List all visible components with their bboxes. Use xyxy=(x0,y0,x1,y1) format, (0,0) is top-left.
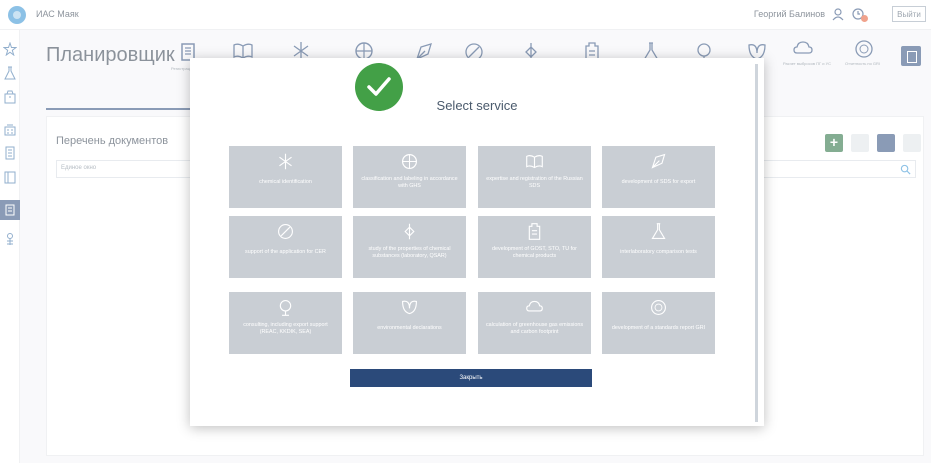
service-label: development of a standards report GRI xyxy=(611,325,706,331)
gost-document-icon xyxy=(528,223,541,240)
service-card-consulting[interactable]: consulting, including export support (RE… xyxy=(229,292,342,354)
service-card-gri[interactable]: development of a standards report GRI xyxy=(602,292,715,354)
checkmark-icon xyxy=(367,77,391,96)
sds-export-icon xyxy=(651,153,666,169)
service-card-properties[interactable]: study of the properties of chemical subs… xyxy=(353,216,466,278)
chemical-id-icon xyxy=(279,153,292,170)
modal-scrollbar[interactable] xyxy=(755,64,758,422)
service-label: environmental declarations xyxy=(377,325,442,331)
cer-support-icon xyxy=(278,224,293,239)
service-card-gost[interactable]: development of GOST, STO, TU for chemica… xyxy=(478,216,591,278)
service-card-russian-sds[interactable]: expertise and registration of the Russia… xyxy=(478,146,591,208)
gri-icon xyxy=(651,300,666,315)
service-card-sds-export[interactable]: development of SDS for export xyxy=(602,146,715,208)
service-card-environmental[interactable]: environmental declarations xyxy=(353,292,466,354)
close-button[interactable]: Закрыть xyxy=(350,369,592,387)
service-label: development of SDS for export xyxy=(621,179,696,185)
service-card-interlab[interactable]: interlaboratory comparison tests xyxy=(602,216,715,278)
service-label: consulting, including export support (RE… xyxy=(243,322,328,335)
book-expertise-icon xyxy=(526,155,543,169)
select-service-modal: Select service chemical identification c… xyxy=(190,58,764,426)
service-label: study of the properties of chemical subs… xyxy=(368,246,451,259)
service-label: expertise and registration of the Russia… xyxy=(486,176,583,189)
selected-checkmark-icon xyxy=(355,63,403,111)
service-card-carbon[interactable]: calculation of greenhouse gas emissions … xyxy=(478,292,591,354)
ghs-classification-icon xyxy=(401,153,418,170)
globe-consulting-icon xyxy=(279,300,292,316)
modal-title: Select service xyxy=(436,98,518,113)
service-card-chemical-identification[interactable]: chemical identification xyxy=(229,146,342,208)
service-card-cer[interactable]: support of the application for CER xyxy=(229,216,342,278)
service-label: chemical identification xyxy=(259,179,312,185)
service-card-ghs[interactable]: classification and labeling in accordanc… xyxy=(353,146,466,208)
service-label: interlaboratory comparison tests xyxy=(620,249,697,255)
service-label: support of the application for CER xyxy=(245,249,326,255)
properties-study-icon xyxy=(404,223,415,240)
co2-cloud-icon xyxy=(526,300,543,312)
flask-icon xyxy=(651,223,666,239)
service-label: development of GOST, STO, TU for chemica… xyxy=(492,246,577,259)
leaf-icon xyxy=(402,300,417,315)
service-label: calculation of greenhouse gas emissions … xyxy=(485,322,584,335)
service-label: classification and labeling in accordanc… xyxy=(361,176,458,189)
